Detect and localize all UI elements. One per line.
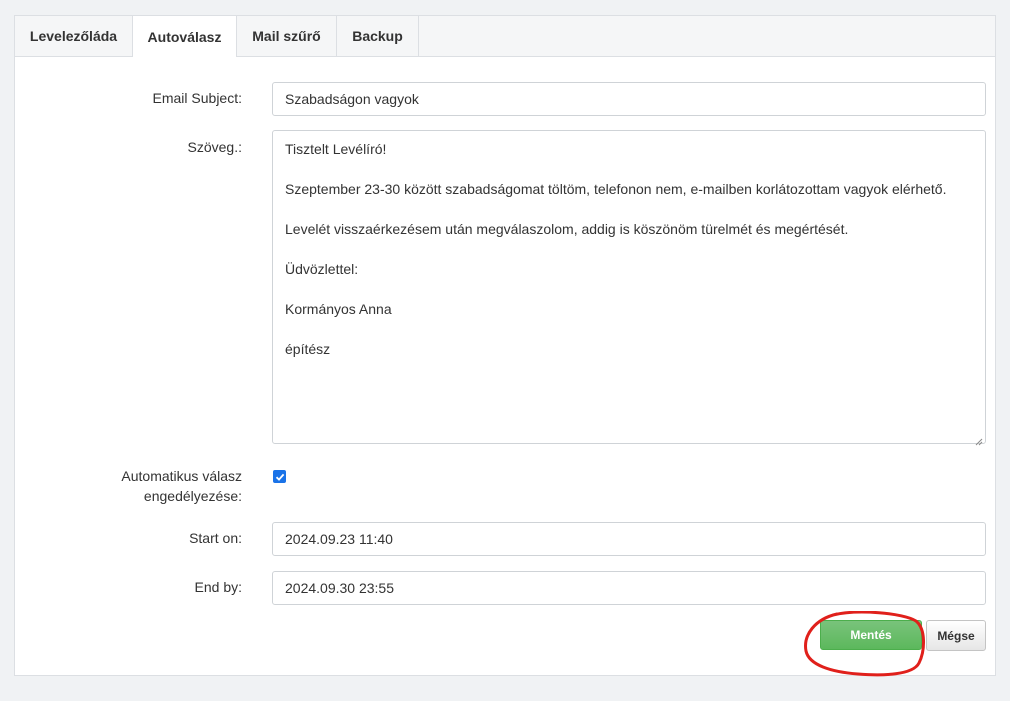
autoreply-panel: Levelezőláda Autoválasz Mail szűrő Backu… <box>14 15 996 677</box>
body-line: Tisztelt Levélíró! <box>285 141 387 157</box>
body-line: Levelét visszaérkezésem után megválaszol… <box>285 221 849 237</box>
check-icon <box>275 473 284 481</box>
body-textarea[interactable]: Tisztelt Levélíró! Szeptember 23-30 közö… <box>272 130 986 446</box>
start-label: Start on: <box>189 530 242 546</box>
start-input[interactable] <box>272 522 986 556</box>
auto-reply-label-line2: engedélyezése: <box>143 488 242 504</box>
end-input[interactable] <box>272 571 986 605</box>
auto-reply-checkbox[interactable] <box>273 470 286 483</box>
body-line: építész <box>285 341 331 357</box>
body-line: Üdvözlettel: <box>285 261 359 277</box>
tab-bar: Levelezőláda Autoválasz Mail szűrő Backu… <box>15 16 995 57</box>
subject-input[interactable] <box>272 82 986 116</box>
auto-reply-label: Automatikus válasz engedélyezése: <box>121 466 242 506</box>
tab-mail-szuro[interactable]: Mail szűrő <box>237 16 337 56</box>
body-line: Szeptember 23-30 között szabadságomat tö… <box>285 181 947 197</box>
tab-levelezolada[interactable]: Levelezőláda <box>15 16 133 56</box>
tab-backup[interactable]: Backup <box>337 16 419 56</box>
resize-grip-icon[interactable] <box>975 433 983 446</box>
cancel-button[interactable]: Mégse <box>926 620 986 651</box>
end-label: End by: <box>194 579 242 595</box>
body-line: Kormányos Anna <box>285 301 392 317</box>
subject-label: Email Subject: <box>152 90 242 106</box>
tab-autovalasz[interactable]: Autoválasz <box>133 16 237 57</box>
save-button[interactable]: Mentés <box>820 620 922 650</box>
body-label: Szöveg.: <box>187 139 242 155</box>
auto-reply-label-line1: Automatikus válasz <box>121 468 242 484</box>
